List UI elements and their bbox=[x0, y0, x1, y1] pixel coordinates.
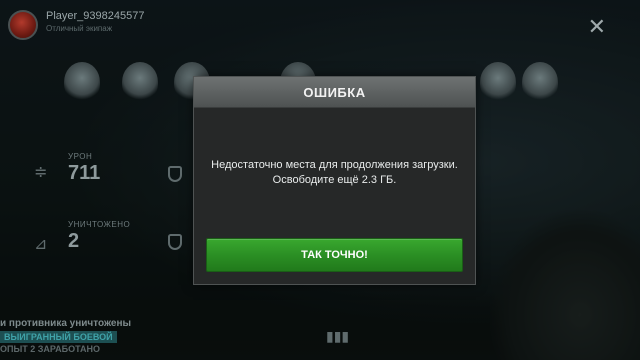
dialog-message: Недостаточно места для продолжения загру… bbox=[194, 158, 475, 188]
player-info: Player_9398245577 Отличный экипаж bbox=[8, 10, 144, 40]
shield-icon bbox=[168, 166, 182, 182]
destroyed-summary: и противника уничтожены bbox=[0, 318, 132, 329]
player-avatar bbox=[8, 10, 38, 40]
damage-label: УРОН bbox=[68, 152, 93, 161]
player-name: Player_9398245577 bbox=[46, 10, 145, 22]
result-badge: ВЫИГРАННЫЙ БОЕВОЙ bbox=[0, 331, 117, 343]
medal-icon bbox=[64, 62, 100, 102]
destroyed-label: УНИЧТОЖЕНО bbox=[68, 220, 131, 229]
error-dialog: ОШИБКА Недостаточно места для продолжени… bbox=[193, 76, 476, 285]
dialog-title: ОШИБКА bbox=[303, 84, 366, 100]
dialog-message-line: Освободите ещё 2.3 ГБ. bbox=[272, 174, 397, 186]
shield-icon bbox=[168, 234, 182, 250]
medal-icon bbox=[480, 62, 516, 102]
bar-chart-icon[interactable]: ▮▮▮ bbox=[326, 328, 349, 345]
tank-icon: ⊿ bbox=[34, 236, 48, 253]
damage-value: 711 bbox=[68, 162, 101, 184]
close-icon[interactable]: ✕ bbox=[588, 16, 606, 38]
player-subtitle: Отличный экипаж bbox=[46, 24, 113, 33]
confirm-button[interactable]: ТАК ТОЧНО! bbox=[206, 238, 463, 272]
crosshair-icon: ≑ bbox=[34, 164, 48, 181]
dialog-message-line: Недостаточно места для продолжения загру… bbox=[211, 159, 458, 171]
medal-icon bbox=[522, 62, 558, 102]
medal-icon bbox=[122, 62, 158, 102]
destroyed-value: 2 bbox=[68, 230, 80, 252]
dialog-header: ОШИБКА bbox=[194, 77, 475, 108]
experience-footer: ОПЫТ 2 ЗАРАБОТАНО bbox=[0, 344, 101, 354]
